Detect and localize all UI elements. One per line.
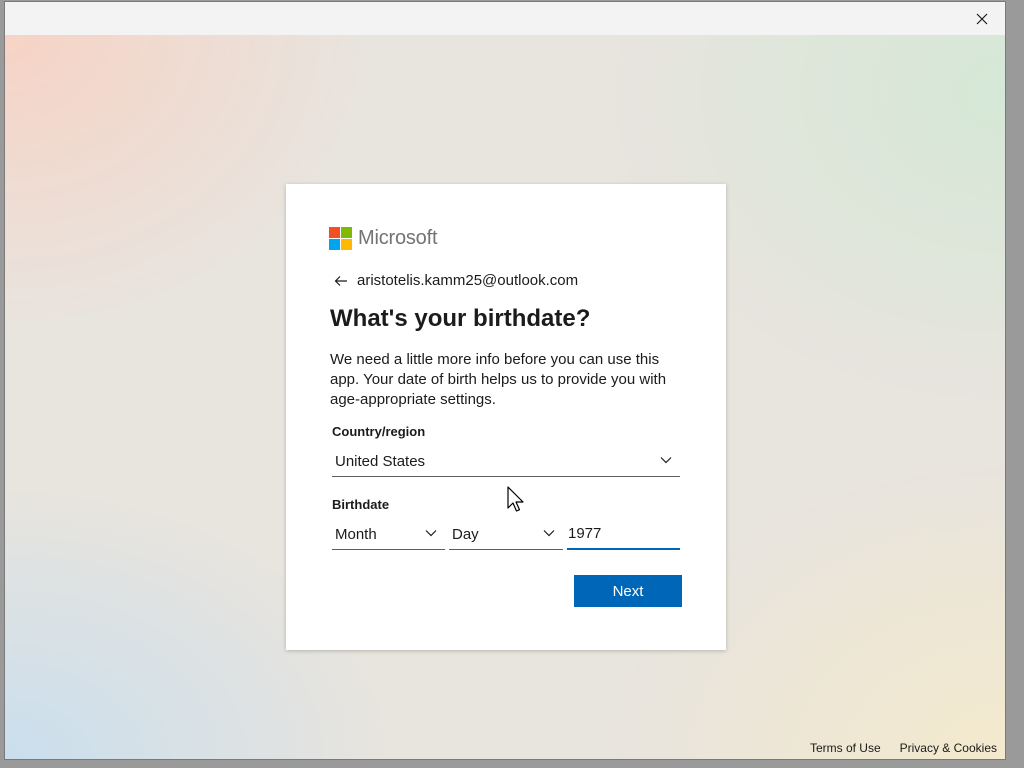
microsoft-logo: Microsoft — [329, 227, 438, 250]
title-bar — [5, 2, 1005, 35]
microsoft-logo-icon — [329, 227, 352, 250]
app-window: Microsoft aristotelis.kamm25@outlook.com… — [4, 1, 1006, 760]
chevron-down-icon — [660, 457, 672, 464]
day-select[interactable]: Day — [449, 519, 563, 550]
close-icon — [976, 13, 988, 24]
privacy-link[interactable]: Privacy & Cookies — [900, 741, 997, 755]
terms-link[interactable]: Terms of Use — [810, 741, 881, 755]
chevron-down-icon — [425, 530, 437, 537]
year-input[interactable] — [567, 519, 680, 550]
country-label: Country/region — [332, 424, 426, 439]
day-value: Day — [452, 525, 479, 543]
month-select[interactable]: Month — [332, 519, 445, 550]
signin-card: Microsoft aristotelis.kamm25@outlook.com… — [286, 184, 726, 650]
identity-email: aristotelis.kamm25@outlook.com — [357, 272, 579, 289]
birthdate-label: Birthdate — [332, 497, 390, 512]
footer-links: Terms of Use Privacy & Cookies — [810, 741, 997, 755]
country-value: United States — [335, 452, 426, 470]
background: Microsoft aristotelis.kamm25@outlook.com… — [5, 35, 1005, 759]
page-title: What's your birthdate? — [330, 305, 591, 332]
chevron-down-icon — [543, 530, 555, 537]
identity-banner: aristotelis.kamm25@outlook.com — [333, 272, 578, 289]
country-select[interactable]: United States — [332, 446, 680, 477]
left-arrow-icon[interactable] — [333, 273, 349, 289]
close-button[interactable] — [959, 2, 1005, 35]
description: We need a little more info before you ca… — [330, 351, 667, 408]
logo-text: Microsoft — [358, 227, 438, 249]
next-button[interactable]: Next — [574, 575, 682, 607]
month-value: Month — [335, 525, 377, 543]
